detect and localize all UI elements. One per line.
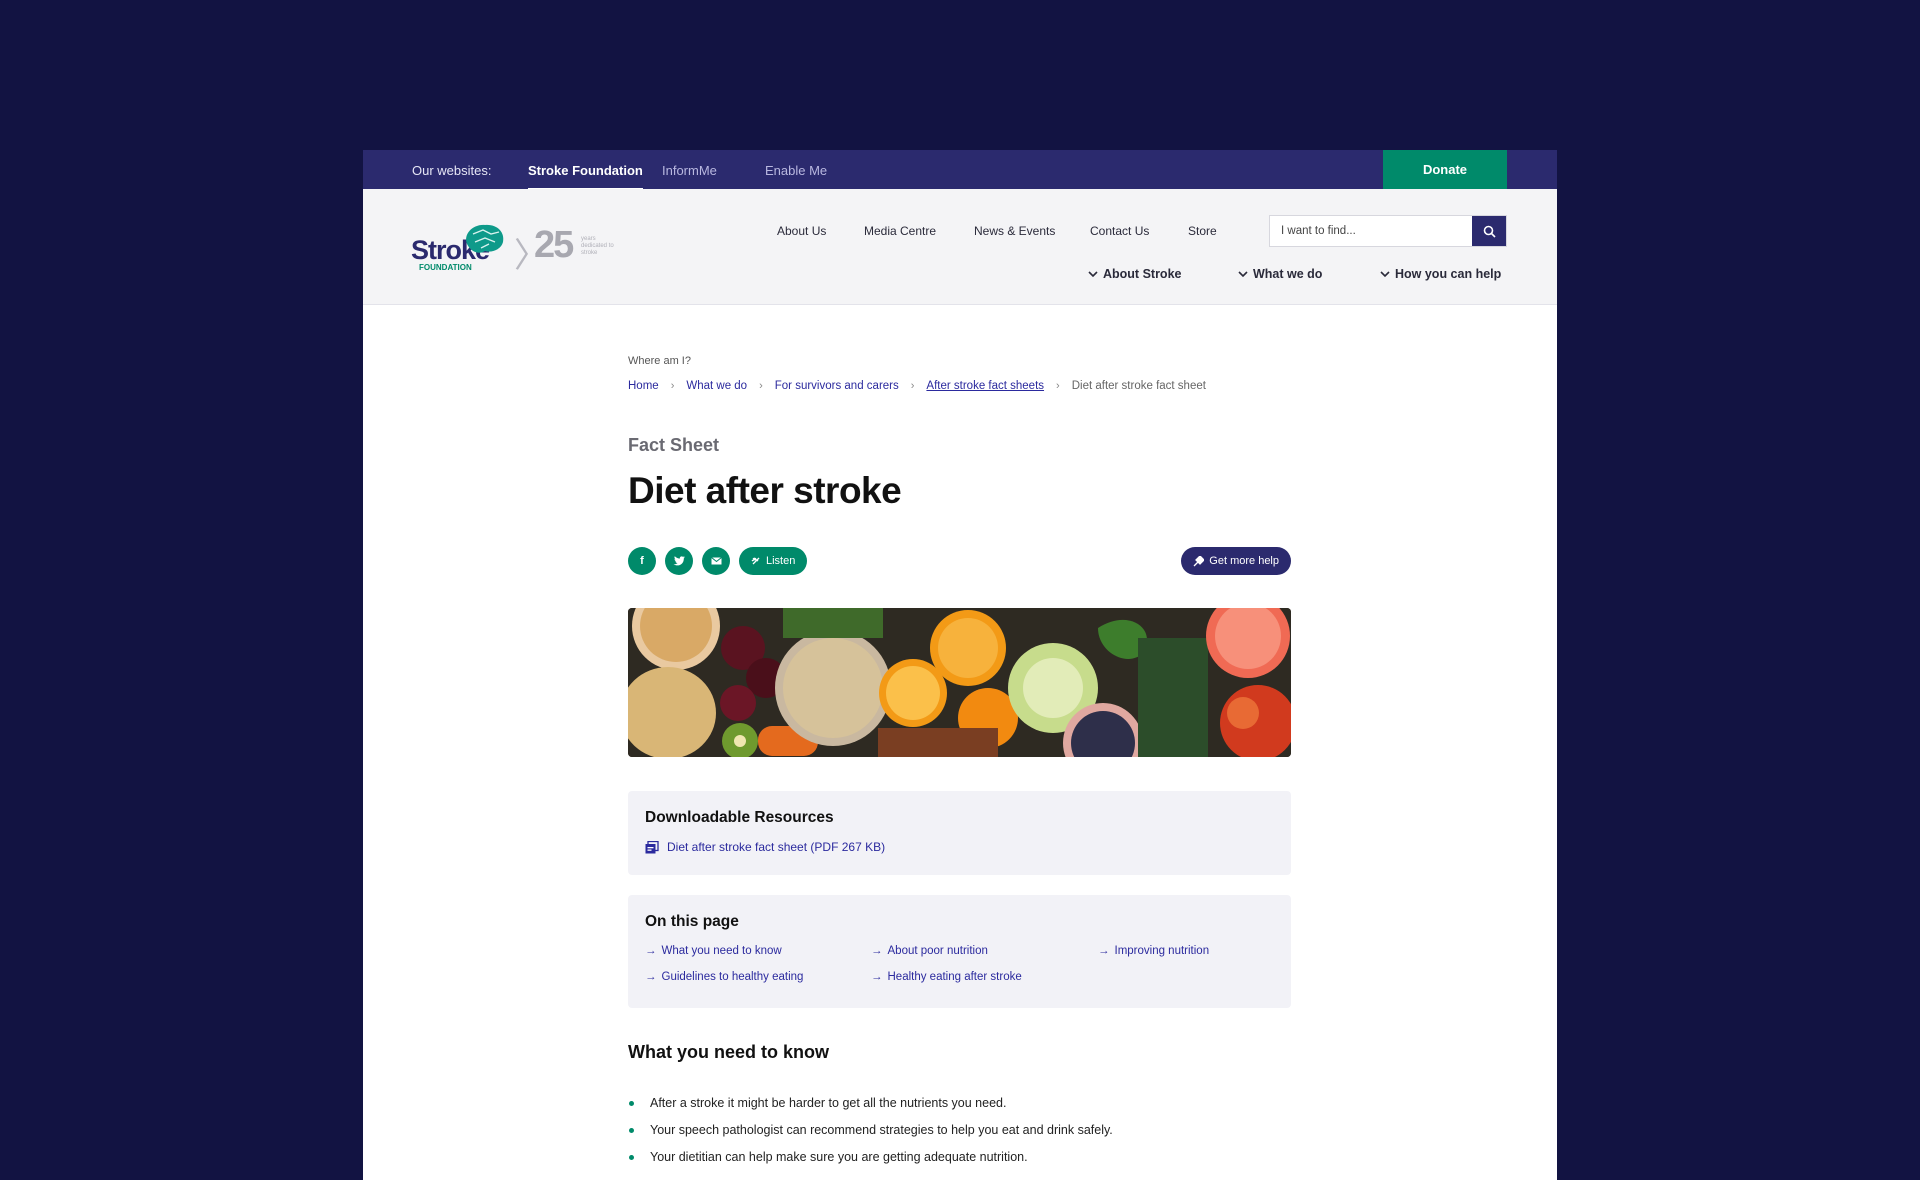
twitter-share-button[interactable]: [665, 547, 693, 575]
toc-link-label: Healthy eating after stroke: [887, 971, 1022, 983]
site-header: Stroke FOUNDATION 〉 25 years dedicated t…: [363, 189, 1557, 305]
arrow-right-icon: →: [871, 945, 883, 957]
site-link-informme[interactable]: InformMe: [662, 163, 717, 178]
breadcrumb-separator-icon: ›: [910, 380, 915, 392]
search-input[interactable]: [1270, 216, 1470, 246]
twitter-icon: [673, 556, 685, 566]
anniversary-tagline: years dedicated to stroke: [581, 236, 614, 256]
breadcrumb-what-we-do[interactable]: What we do: [686, 380, 747, 392]
donate-button[interactable]: Donate: [1383, 150, 1507, 189]
help-icon: [1193, 555, 1205, 566]
toc-link-label: What you need to know: [661, 945, 782, 957]
page-kicker: Fact Sheet: [628, 435, 720, 455]
arrow-right-icon: →: [871, 971, 883, 983]
listen-icon: [751, 557, 760, 565]
stroke-foundation-logo[interactable]: Stroke FOUNDATION 〉 25 years dedicated t…: [411, 222, 631, 275]
get-more-help-label: Get more help: [1209, 555, 1279, 567]
anniversary-number: 25: [534, 224, 574, 266]
search-button[interactable]: [1472, 216, 1506, 246]
breadcrumb-fact-sheets[interactable]: After stroke fact sheets: [926, 380, 1044, 392]
section-heading: What you need to know: [628, 1042, 829, 1062]
on-this-page-heading: On this page: [645, 913, 739, 930]
breadcrumb-label: Where am I?: [628, 355, 691, 367]
resource-download-link[interactable]: Diet after stroke fact sheet (PDF 267 KB…: [645, 840, 885, 854]
list-item: Your speech pathologist can recommend st…: [628, 1121, 1113, 1148]
breadcrumb-separator-icon: ›: [670, 380, 675, 392]
nav-about-us[interactable]: About Us: [777, 224, 826, 238]
list-item: After a stroke it might be harder to get…: [628, 1094, 1113, 1121]
toc-link-improving-nutrition[interactable]: → Improving nutrition: [1098, 945, 1209, 957]
breadcrumb-survivors-carers[interactable]: For survivors and carers: [775, 380, 899, 392]
breadcrumb-separator-icon: ›: [759, 380, 763, 392]
site-link-stroke-foundation[interactable]: Stroke Foundation: [528, 163, 643, 191]
facebook-icon: f: [640, 555, 644, 567]
chevron-down-icon: [1088, 270, 1098, 277]
on-this-page-panel: On this page → What you need to know → A…: [628, 895, 1291, 1008]
search-box: [1269, 215, 1507, 247]
logo-subtitle: FOUNDATION: [419, 263, 472, 272]
breadcrumb-current: Diet after stroke fact sheet: [1071, 380, 1206, 392]
toc-link-healthy-eating[interactable]: → Healthy eating after stroke: [871, 971, 1022, 983]
nav-about-stroke-label: About Stroke: [1103, 267, 1182, 281]
listen-label: Listen: [766, 555, 796, 567]
toc-link-guidelines[interactable]: → Guidelines to healthy eating: [645, 971, 803, 983]
site-link-enable-me[interactable]: Enable Me: [765, 163, 827, 178]
key-points-list: After a stroke it might be harder to get…: [628, 1094, 1113, 1175]
resources-heading: Downloadable Resources: [645, 809, 834, 826]
arrow-right-icon: →: [645, 971, 657, 983]
websites-bar: Our websites: Stroke Foundation InformMe…: [363, 150, 1557, 191]
nav-about-stroke[interactable]: About Stroke: [1088, 267, 1181, 281]
listen-button[interactable]: Listen: [739, 547, 808, 575]
nav-store[interactable]: Store: [1188, 224, 1217, 238]
nav-media-centre[interactable]: Media Centre: [864, 224, 936, 238]
share-bar: f Listen: [628, 547, 808, 575]
toc-link-label: Guidelines to healthy eating: [661, 971, 804, 983]
search-icon: [1483, 225, 1496, 238]
resource-link-label: Diet after stroke fact sheet (PDF 267 KB…: [667, 840, 886, 854]
toc-link-label: Improving nutrition: [1114, 945, 1210, 957]
downloadable-resources-panel: Downloadable Resources Diet after stroke…: [628, 791, 1291, 875]
nav-what-we-do-label: What we do: [1253, 267, 1323, 281]
get-more-help-button[interactable]: Get more help: [1181, 547, 1291, 575]
nav-news-events[interactable]: News & Events: [974, 224, 1055, 238]
facebook-share-button[interactable]: f: [628, 547, 656, 575]
nav-how-you-can-help[interactable]: How you can help: [1380, 267, 1501, 281]
toc-link-what-you-need-to-know[interactable]: → What you need to know: [645, 945, 782, 957]
breadcrumb-separator-icon: ›: [1056, 380, 1060, 392]
chevron-down-icon: [1380, 270, 1390, 277]
brain-icon: [466, 224, 504, 253]
nav-how-you-can-help-label: How you can help: [1395, 267, 1502, 281]
chevron-down-icon: [1238, 270, 1248, 277]
list-item: Your dietitian can help make sure you ar…: [628, 1148, 1113, 1175]
email-icon: [710, 557, 722, 565]
websites-label: Our websites:: [412, 163, 492, 178]
page-title: Diet after stroke: [628, 470, 902, 511]
breadcrumb: Home › What we do › For survivors and ca…: [628, 380, 1206, 392]
browser-page: Our websites: Stroke Foundation InformMe…: [363, 150, 1557, 1180]
breadcrumb-home[interactable]: Home: [628, 380, 659, 392]
nav-contact-us[interactable]: Contact Us: [1090, 224, 1149, 238]
arrow-right-icon: →: [1098, 945, 1110, 957]
healthy-food-image: [628, 608, 1291, 757]
hero-image: [628, 608, 1291, 757]
arrow-right-icon: →: [645, 945, 657, 957]
nav-what-we-do[interactable]: What we do: [1238, 267, 1322, 281]
document-icon: [645, 840, 659, 853]
toc-link-label: About poor nutrition: [887, 945, 988, 957]
email-share-button[interactable]: [702, 547, 730, 575]
toc-link-about-poor-nutrition[interactable]: → About poor nutrition: [871, 945, 988, 957]
